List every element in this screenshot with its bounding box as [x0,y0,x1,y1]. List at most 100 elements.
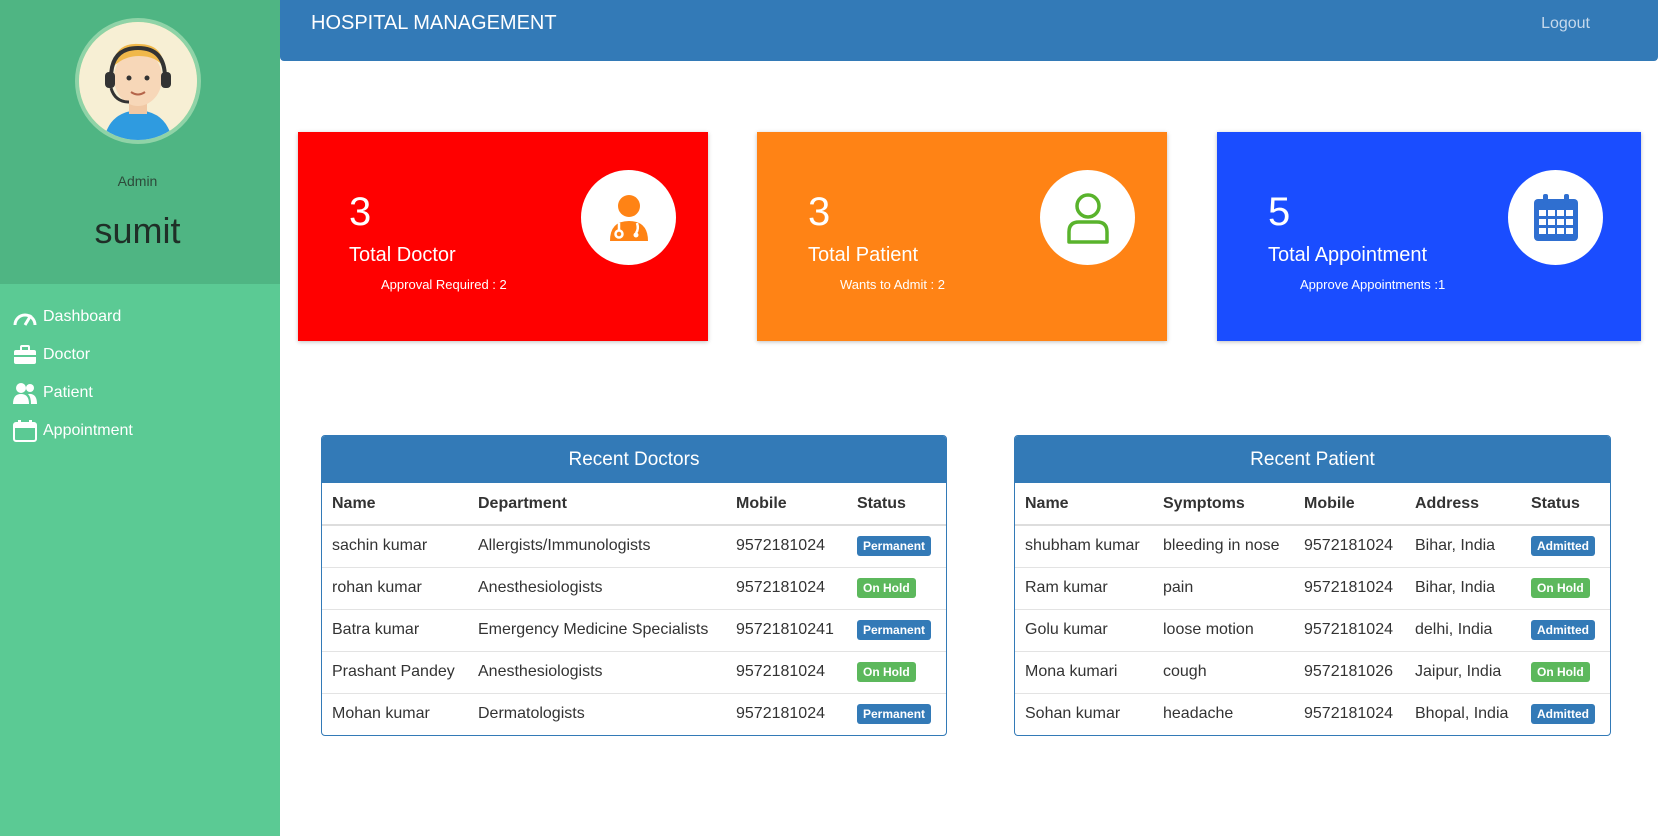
column-header: Mobile [726,483,847,526]
status-badge: Admitted [1531,536,1595,557]
sidebar: Admin sumit Dashboard Doctor Patient App… [0,0,280,836]
table-row: Ram kumar pain 9572181024 Bihar, India O… [1015,567,1610,610]
recent-doctors-panel: Recent Doctors Name Department Mobile St… [321,435,947,736]
table-header-row: Name Department Mobile Status [322,483,946,526]
cell-name: Golu kumar [1015,609,1153,652]
column-header: Mobile [1294,483,1405,526]
table-row: Golu kumar loose motion 9572181024 delhi… [1015,609,1610,652]
column-header: Symptoms [1153,483,1294,526]
card-subtitle: Approve Appointments :1 [1300,277,1446,292]
profile-section: Admin sumit [0,0,280,284]
card-title: Total Doctor [349,244,456,266]
cell-department: Allergists/Immunologists [468,525,726,568]
cell-department: Anesthesiologists [468,651,726,694]
card-count: 3 [808,190,831,234]
recent-patient-panel: Recent Patient Name Symptoms Mobile Addr… [1014,435,1611,736]
status-badge: Permanent [857,620,932,640]
cell-mobile: 9572181024 [726,651,847,694]
cell-address: Bihar, India [1405,525,1521,568]
cell-name: Sohan kumar [1025,705,1121,723]
sidebar-item-label: Doctor [43,346,91,363]
briefcase-icon [12,344,38,366]
brand-title[interactable]: HOSPITAL MANAGEMENT [311,12,557,35]
calendar-icon [1533,193,1578,241]
cell-address: delhi, India [1405,609,1521,652]
cell-department: Dermatologists [478,705,585,723]
status-badge: Admitted [1531,704,1595,725]
table-row: Mona kumari cough 9572181026 Jaipur, Ind… [1015,651,1610,694]
username: sumit [94,210,181,251]
cell-name: Batra kumar [322,609,468,652]
users-icon [12,382,38,404]
sidebar-item-label: Appointment [43,422,133,439]
cell-mobile: 9572181024 [1294,567,1405,610]
cell-mobile: 9572181024 [1304,705,1393,723]
dashboard-gauge-icon [12,306,38,328]
sidebar-item-dashboard[interactable]: Dashboard [0,298,280,336]
table-header-row: Name Symptoms Mobile Address Status [1015,483,1610,526]
cell-department: Emergency Medicine Specialists [468,609,726,652]
column-header: Status [847,483,946,526]
cell-name: Ram kumar [1015,567,1153,610]
card-icon-circle [1040,170,1135,265]
sidebar-item-label: Patient [43,384,93,401]
avatar-illustration-icon [79,22,197,140]
table-row: Mohan kumar Dermatologists 9572181024 Pe… [322,693,946,735]
cell-symptoms: cough [1153,651,1294,694]
status-badge: Admitted [1531,620,1595,640]
card-subtitle: Wants to Admit : 2 [840,277,946,292]
cell-address: Bihar, India [1405,567,1521,610]
card-count: 3 [349,190,372,234]
card-subtitle: Approval Required : 2 [381,277,507,292]
card-icon-circle [581,170,676,265]
status-badge: On Hold [857,662,916,682]
cell-symptoms: bleeding in nose [1153,525,1294,568]
total-patient-card: 3 Total Patient Wants to Admit : 2 [757,132,1167,341]
table-row: shubham kumar bleeding in nose 957218102… [1015,525,1610,568]
sidebar-item-doctor[interactable]: Doctor [0,336,280,374]
column-header: Address [1405,483,1521,526]
top-navbar: HOSPITAL MANAGEMENT Logout [280,0,1658,61]
panel-title: Recent Patient [1015,436,1610,483]
cell-mobile: 95721810241 [726,609,847,652]
avatar [75,18,201,144]
cell-name: Mohan kumar [332,705,430,723]
column-header: Department [468,483,726,526]
table-row: Batra kumar Emergency Medicine Specialis… [322,609,946,652]
cell-mobile: 9572181024 [1294,525,1405,568]
cell-address: Jaipur, India [1405,651,1521,694]
status-badge: On Hold [1531,662,1590,682]
status-badge: On Hold [1531,578,1590,598]
cell-mobile: 9572181026 [1294,651,1405,694]
user-role: Admin [117,173,158,189]
cell-symptoms: pain [1153,567,1294,610]
recent-patient-table: Name Symptoms Mobile Address Status shub… [1015,483,1610,735]
total-appointment-card: 5 Total Appointment Approve Appointments… [1217,132,1641,341]
card-title: Total Patient [808,244,919,266]
calendar-icon [12,420,38,442]
sidebar-item-appointment[interactable]: Appointment [0,412,280,450]
status-badge: Permanent [857,704,932,725]
sidebar-item-label: Dashboard [43,308,122,325]
column-header: Name [1015,483,1153,526]
sidebar-item-patient[interactable]: Patient [0,374,280,412]
cell-mobile: 9572181024 [1294,609,1405,652]
panel-title: Recent Doctors [322,436,946,483]
cell-symptoms: loose motion [1153,609,1294,652]
column-header: Name [322,483,468,526]
patient-icon [1066,192,1109,244]
table-row: Prashant Pandey Anesthesiologists 957218… [322,651,946,694]
column-header: Status [1521,483,1610,526]
status-badge: Permanent [857,536,932,557]
cell-name: sachin kumar [322,525,468,568]
card-count: 5 [1268,190,1291,234]
logout-link[interactable]: Logout [1541,15,1590,33]
table-row: rohan kumar Anesthesiologists 9572181024… [322,567,946,610]
cell-name: rohan kumar [322,567,468,610]
total-doctor-card: 3 Total Doctor Approval Required : 2 [298,132,708,341]
sidebar-nav: Dashboard Doctor Patient Appointment [0,284,280,450]
cell-address: Bhopal, India [1415,705,1509,723]
cell-mobile: 9572181024 [726,567,847,610]
cell-mobile: 9572181024 [726,525,847,568]
cell-mobile: 9572181024 [736,705,825,723]
